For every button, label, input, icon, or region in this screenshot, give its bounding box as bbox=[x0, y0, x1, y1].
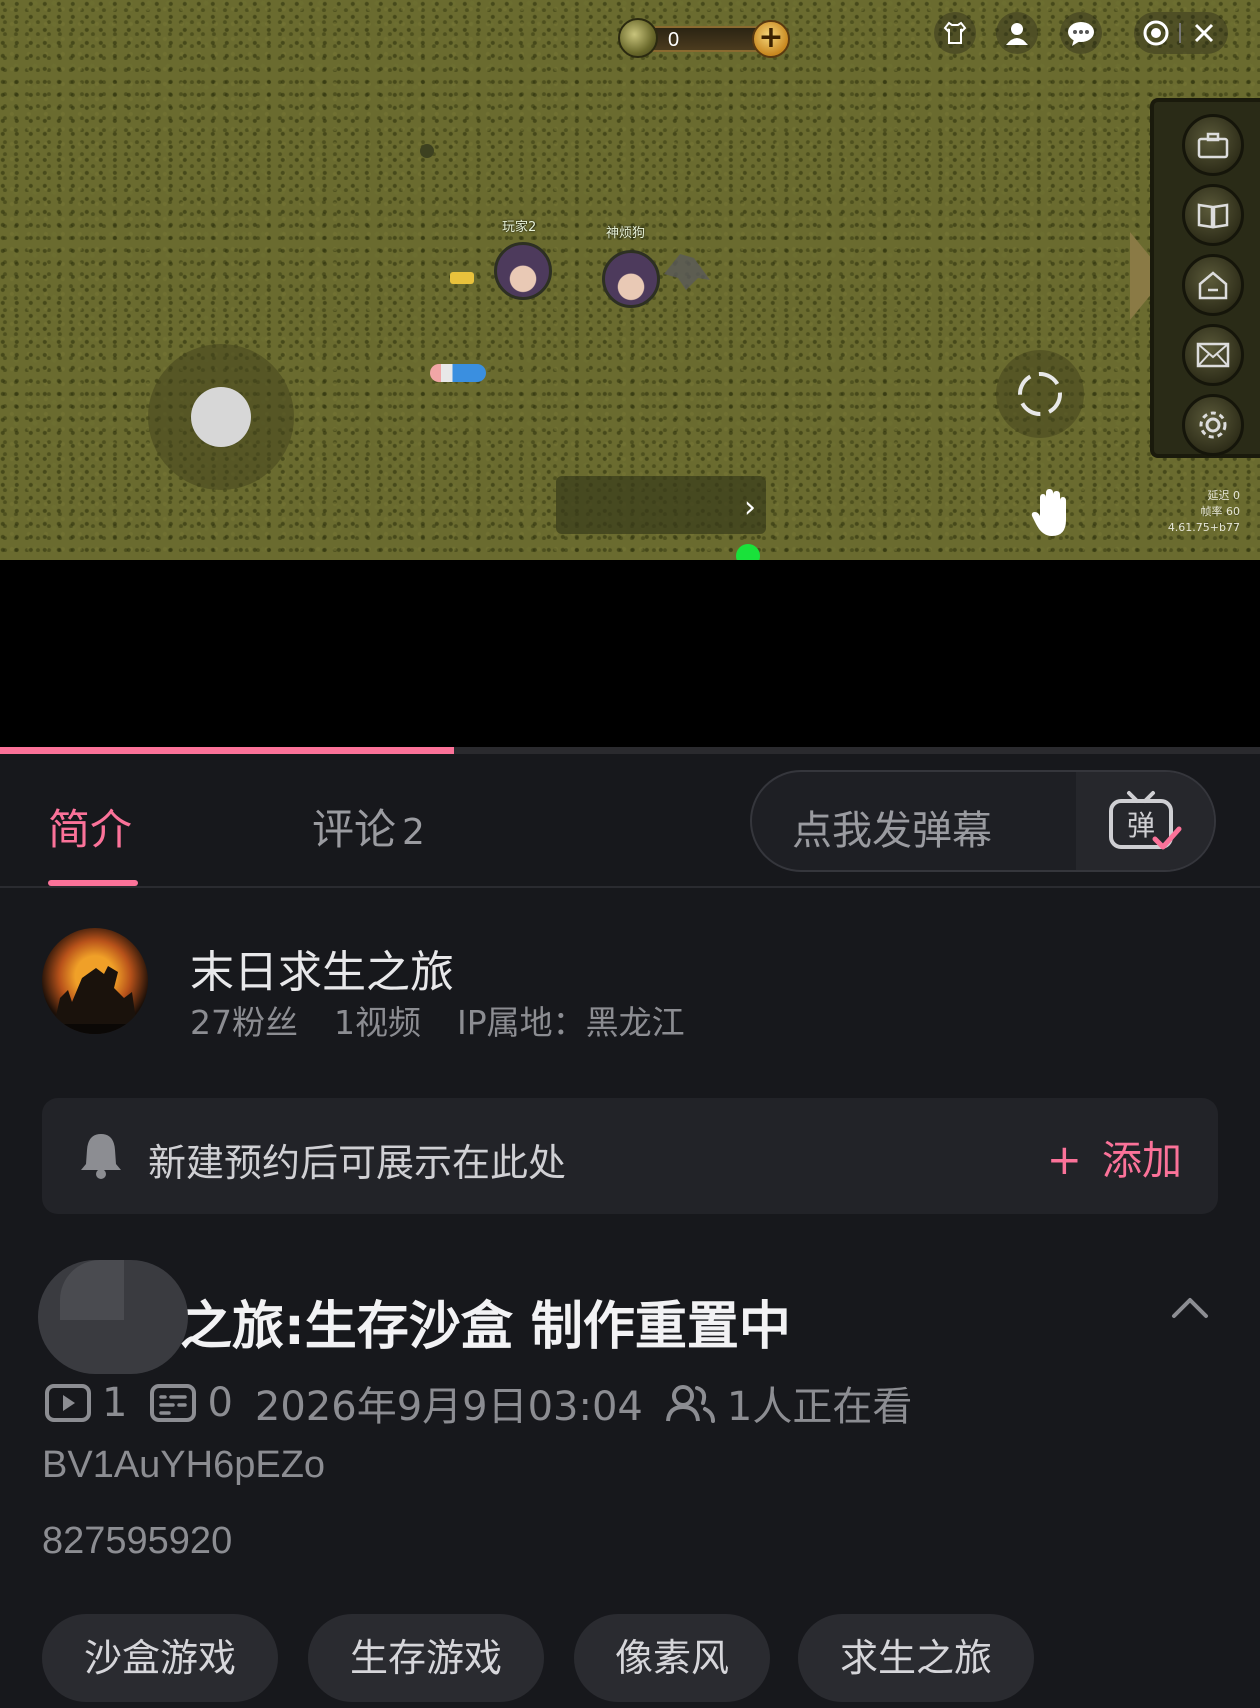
av-id[interactable]: 827595920 bbox=[42, 1520, 232, 1563]
record-close-group bbox=[1134, 12, 1228, 54]
plus-icon: + bbox=[1046, 1135, 1082, 1184]
progress-fill bbox=[0, 747, 454, 754]
version-text: 4.61.75+b77 bbox=[1167, 521, 1240, 534]
latency-text: 延迟 0 bbox=[1207, 489, 1241, 502]
publish-date: 2026年9月9日03:04 bbox=[254, 1384, 643, 1430]
danmaku-count-icon bbox=[150, 1384, 197, 1422]
video-detail-panel: 简介 评论 2 点我发弹幕 弹 末日求生之旅 27粉丝 1视频 IP属地：黑龙江… bbox=[0, 754, 1260, 1708]
fans-count: 27粉丝 bbox=[190, 1003, 298, 1042]
tag-item[interactable]: 像素风 bbox=[574, 1614, 770, 1702]
settings-gear-icon[interactable] bbox=[1182, 394, 1244, 456]
hand-icon bbox=[1031, 489, 1066, 536]
chevron-up-icon[interactable] bbox=[1170, 1288, 1210, 1328]
avatar[interactable] bbox=[42, 928, 148, 1034]
mail-icon[interactable] bbox=[1182, 324, 1244, 386]
perf-stats: 延迟 0 帧率 60 4.61.75+b77 bbox=[1168, 488, 1240, 536]
add-label: 添加 bbox=[1102, 1138, 1182, 1184]
bv-id[interactable]: BV1AuYH6pEZo bbox=[42, 1444, 325, 1487]
player-label-2: 神烦狗 bbox=[606, 226, 646, 241]
watching-count: 1人正在看 bbox=[726, 1384, 913, 1430]
bag-icon[interactable] bbox=[1182, 114, 1244, 176]
play-count-icon bbox=[45, 1384, 91, 1422]
coin-bar: 0 + bbox=[618, 18, 794, 58]
ip-location: IP属地：黑龙江 bbox=[457, 1003, 685, 1042]
comments-count: 2 bbox=[402, 812, 425, 853]
danmaku-count: 0 bbox=[207, 1380, 233, 1426]
player-avatar-2 bbox=[602, 250, 660, 308]
tab-comments[interactable]: 评论 2 bbox=[312, 796, 425, 857]
video-stats-row: 1 0 2026年9月9日03:04 1人正在看 bbox=[44, 1374, 912, 1432]
aim-button[interactable] bbox=[996, 350, 1084, 438]
player-avatar-1 bbox=[494, 242, 552, 300]
bell-icon bbox=[81, 1134, 121, 1179]
danmaku-input[interactable]: 点我发弹幕 bbox=[792, 798, 992, 856]
tag-item[interactable]: 生存游戏 bbox=[308, 1614, 544, 1702]
game-top-toolbar bbox=[934, 8, 1260, 54]
video-letterbox bbox=[0, 560, 1260, 755]
ground-item bbox=[430, 364, 486, 382]
ground-item bbox=[420, 144, 434, 158]
game-side-menu bbox=[1150, 98, 1260, 458]
interact-button[interactable] bbox=[1008, 478, 1096, 548]
zombie-silhouette-icon bbox=[42, 966, 148, 1034]
add-coin-button[interactable]: + bbox=[752, 20, 790, 58]
author-meta: 27粉丝 1视频 IP属地：黑龙江 bbox=[190, 996, 721, 1044]
fps-text: 帧率 60 bbox=[1200, 505, 1241, 518]
video-count: 1视频 bbox=[334, 1003, 421, 1042]
player-label-1: 玩家2 bbox=[502, 220, 537, 235]
danmaku-tv-icon: 弹 bbox=[1109, 791, 1182, 850]
tag-item[interactable]: 沙盒游戏 bbox=[42, 1614, 278, 1702]
joystick-knob[interactable] bbox=[191, 387, 251, 447]
hotbar-expand-icon[interactable]: › bbox=[744, 490, 756, 525]
record-close-icon[interactable] bbox=[1136, 19, 1226, 47]
add-reservation-button[interactable]: + 添加 bbox=[1047, 1128, 1182, 1186]
tag-item[interactable]: 求生之旅 bbox=[798, 1614, 1034, 1702]
tab-bar: 简介 评论 2 点我发弹幕 弹 bbox=[0, 754, 1260, 888]
ground-item bbox=[450, 272, 474, 284]
reservation-card: 新建预约后可展示在此处 + 添加 bbox=[42, 1098, 1218, 1214]
status-dot bbox=[736, 544, 760, 560]
dog-sprite-icon bbox=[664, 254, 710, 290]
tab-comments-label: 评论 bbox=[312, 805, 397, 854]
profile-icon[interactable] bbox=[996, 12, 1038, 54]
hotbar[interactable] bbox=[556, 476, 766, 534]
author-card[interactable]: 末日求生之旅 27粉丝 1视频 IP属地：黑龙江 bbox=[42, 928, 1222, 1042]
coin-icon bbox=[618, 18, 658, 58]
danmaku-glyph: 弹 bbox=[1127, 809, 1155, 842]
danmaku-bar: 点我发弹幕 弹 bbox=[750, 770, 1216, 872]
book-icon[interactable] bbox=[1182, 184, 1244, 246]
danmaku-toggle-button[interactable]: 弹 bbox=[1076, 772, 1214, 870]
tab-active-indicator bbox=[48, 880, 138, 886]
home-icon[interactable] bbox=[1182, 254, 1244, 316]
shirt-icon[interactable] bbox=[934, 12, 976, 54]
video-player[interactable]: 0 + 玩家2 神烦狗 › 延迟 0 帧率 60 4.61.75+b77 bbox=[0, 0, 1260, 560]
tab-intro[interactable]: 简介 bbox=[48, 796, 132, 857]
crosshair-icon bbox=[1018, 372, 1062, 416]
chat-icon[interactable] bbox=[1060, 12, 1102, 54]
viewers-icon bbox=[665, 1385, 715, 1423]
author-name[interactable]: 末日求生之旅 bbox=[190, 936, 454, 1000]
play-count: 1 bbox=[102, 1380, 128, 1426]
reservation-text: 新建预约后可展示在此处 bbox=[148, 1141, 567, 1185]
coin-count: 0 bbox=[668, 29, 680, 51]
